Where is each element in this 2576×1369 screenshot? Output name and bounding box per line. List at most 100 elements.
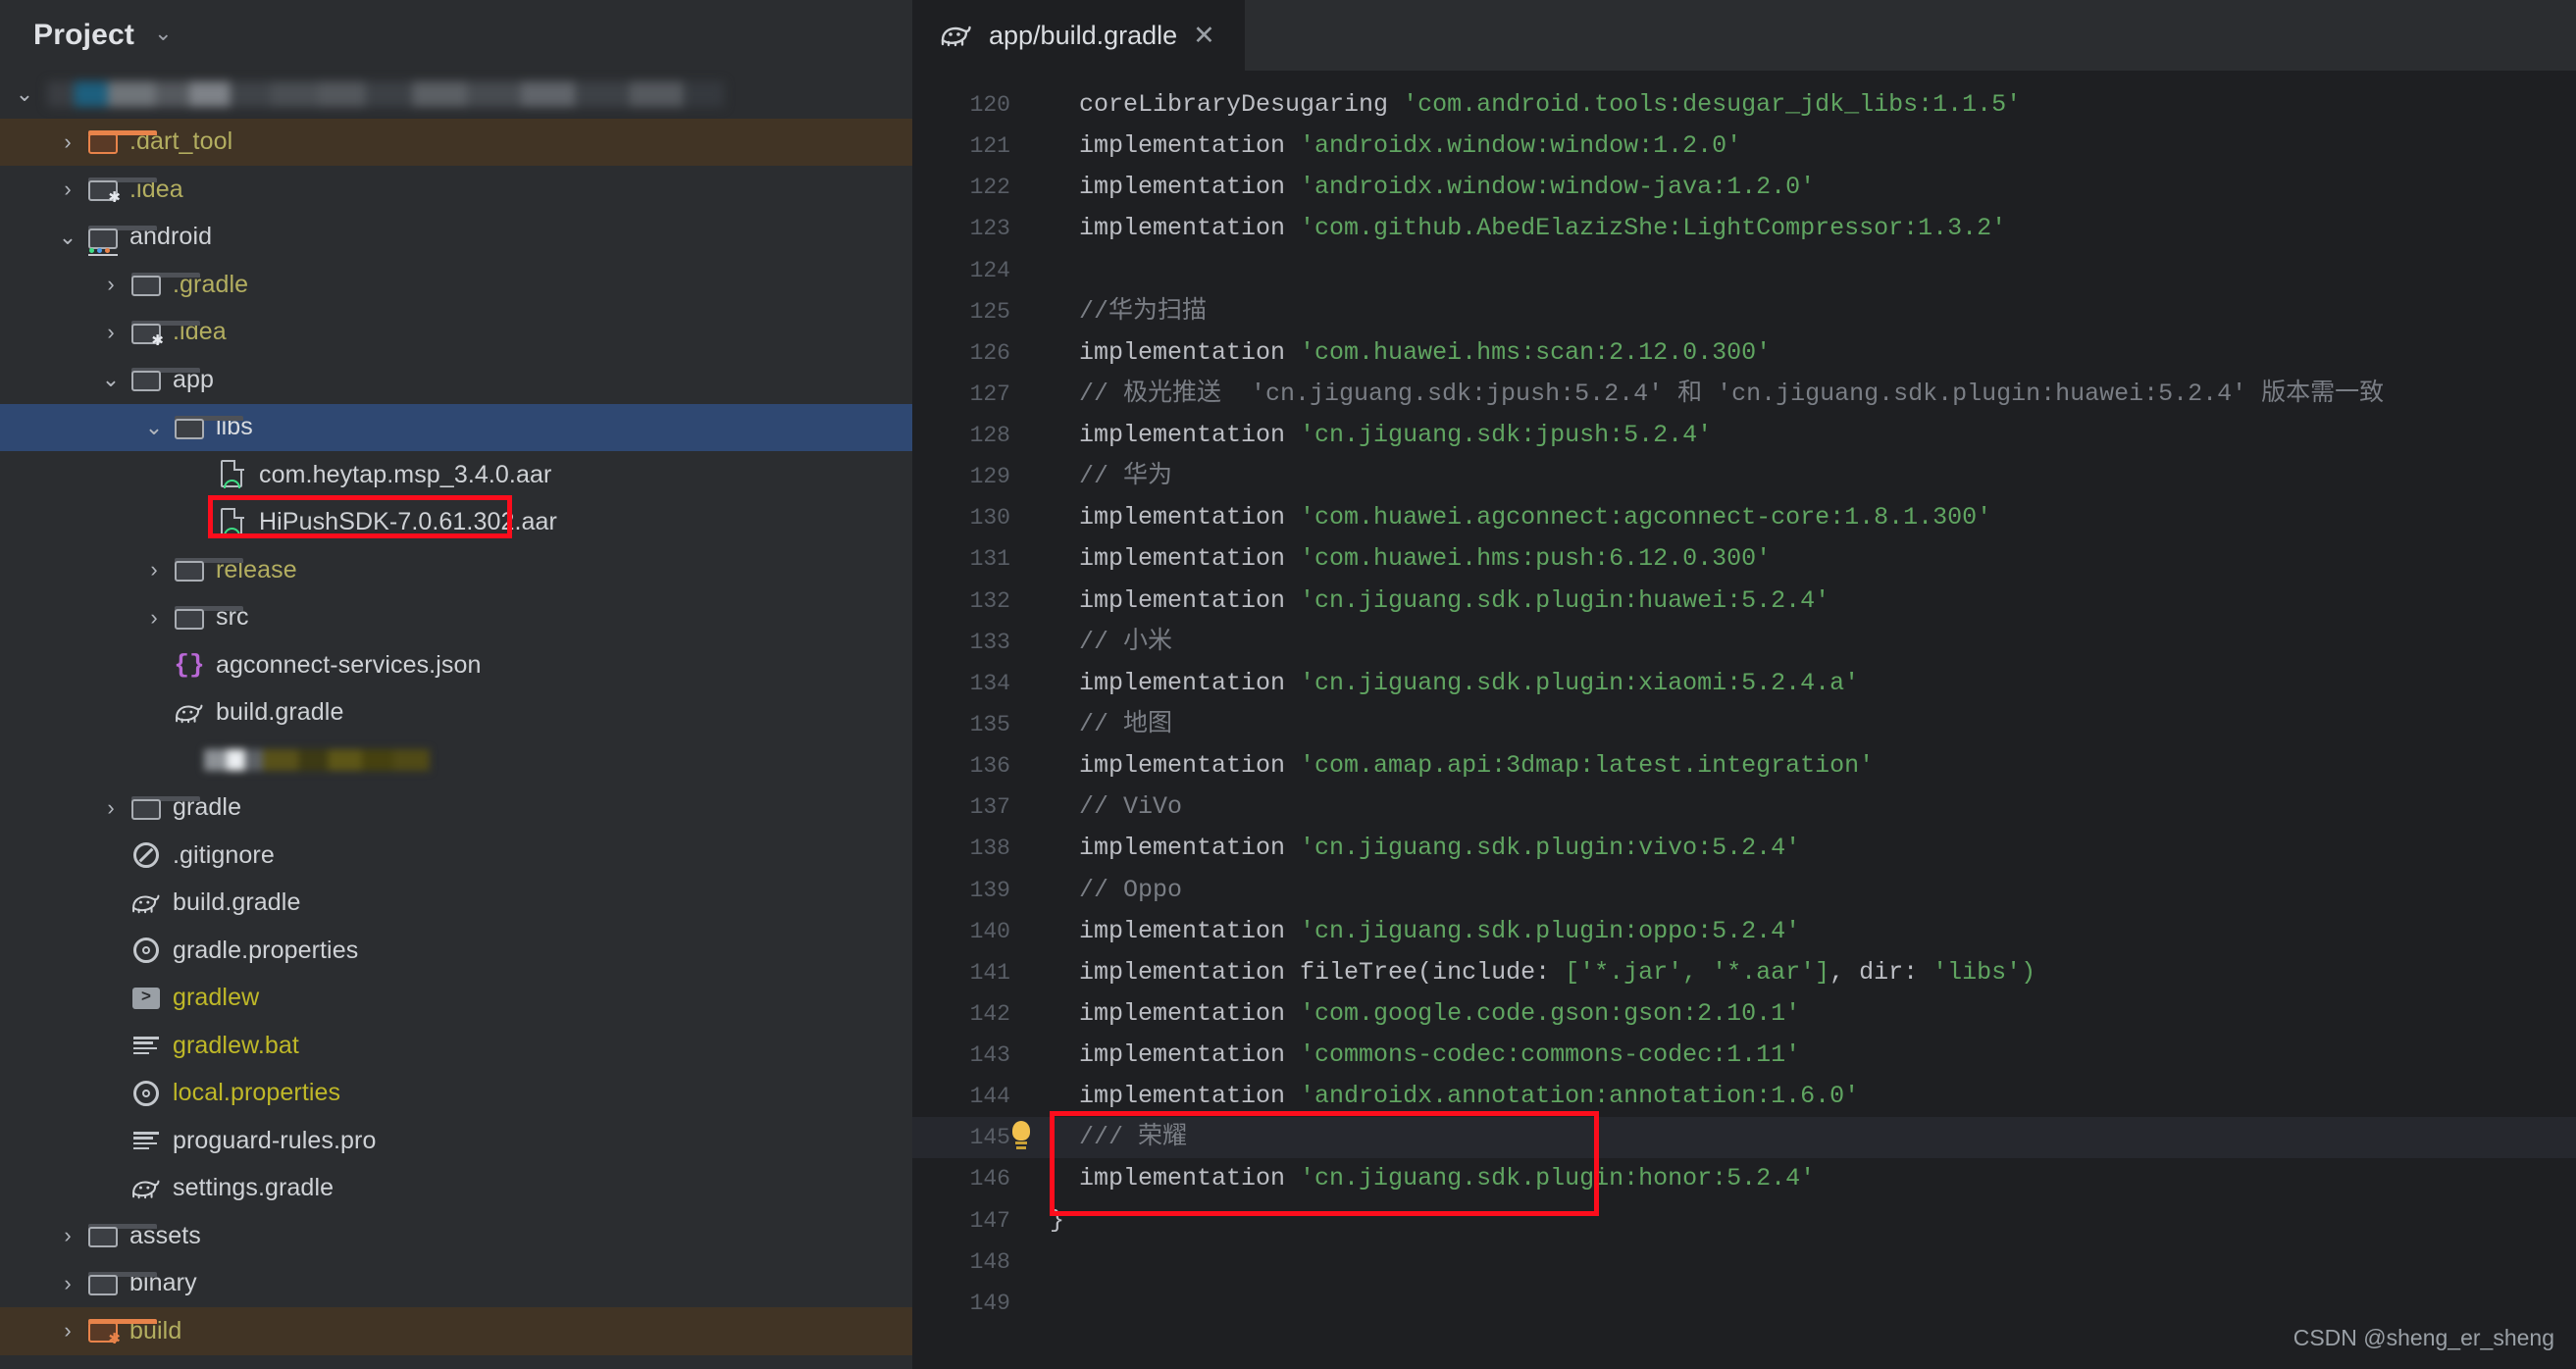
- tree-item-label: build.gradle: [173, 888, 301, 917]
- line-number: 138: [969, 836, 1010, 862]
- code-line: 135 // 地图: [912, 704, 2576, 745]
- tree-item-gradlew-bat[interactable]: gradlew.bat: [0, 1022, 912, 1070]
- chevron-right-icon[interactable]: ›: [51, 1272, 84, 1294]
- code-line: 124: [912, 250, 2576, 291]
- code-line: 142 implementation 'com.google.code.gson…: [912, 993, 2576, 1035]
- chevron-down-icon[interactable]: ⌄: [94, 369, 128, 390]
- folder-orange-star-icon: ✱: [84, 1319, 157, 1346]
- tree-item-label: .gitignore: [173, 840, 275, 869]
- line-number: 144: [969, 1084, 1010, 1110]
- tree-item-app[interactable]: ⌄ app: [0, 356, 912, 404]
- code-text: implementation 'androidx.window:window:1…: [1050, 131, 1742, 161]
- line-number: 130: [969, 505, 1010, 532]
- chevron-right-icon[interactable]: ›: [137, 559, 171, 581]
- folder-icon: [171, 605, 243, 630]
- tree-item-release[interactable]: › release: [0, 546, 912, 594]
- folder-icon: [171, 415, 243, 439]
- line-number: 143: [969, 1042, 1010, 1069]
- tree-item-com-heytap-msp-3-4-0-aar[interactable]: com.heytap.msp_3.4.0.aar: [0, 451, 912, 499]
- code-line: 147}: [912, 1200, 2576, 1242]
- tree-item-gradle[interactable]: › .gradle: [0, 261, 912, 309]
- tree-item-label: HiPushSDK-7.0.61.302.aar: [259, 508, 557, 536]
- tree-item-idea[interactable]: › ✱ .idea: [0, 166, 912, 214]
- tree-item-redacted[interactable]: ⌄: [0, 71, 912, 119]
- tree-item-proguard-rules-pro[interactable]: proguard-rules.pro: [0, 1117, 912, 1165]
- line-number: 122: [969, 175, 1010, 201]
- json-file-icon: {}: [174, 650, 205, 681]
- code-text: implementation 'androidx.annotation:anno…: [1050, 1082, 1860, 1111]
- code-editor[interactable]: 120 coreLibraryDesugaring 'com.android.t…: [912, 71, 2576, 1369]
- code-text: // 地图: [1050, 710, 1173, 738]
- line-number: 147: [969, 1207, 1010, 1234]
- project-file-tree[interactable]: ⌄ › .dart_tool › ✱ .idea ⌄ android › .gradle › ✱ .id…: [0, 71, 912, 1355]
- tree-item-gradlew[interactable]: > gradlew: [0, 975, 912, 1023]
- code-text: implementation 'cn.jiguang.sdk.plugin:hu…: [1050, 585, 1830, 615]
- tree-item-idea[interactable]: › ✱ .idea: [0, 309, 912, 357]
- tree-item-libs[interactable]: ⌄ libs: [0, 403, 912, 451]
- tree-item-redacted[interactable]: [0, 736, 912, 785]
- tree-item-android[interactable]: ⌄ android: [0, 214, 912, 262]
- editor-tab-bar: app/build.gradle ✕: [912, 0, 2576, 71]
- chevron-down-icon[interactable]: ⌄: [8, 83, 41, 105]
- line-number: 149: [969, 1290, 1010, 1316]
- tree-item-gradle-properties[interactable]: gradle.properties: [0, 927, 912, 975]
- code-text: }: [1050, 1205, 1065, 1235]
- chevron-right-icon[interactable]: ›: [51, 1320, 84, 1342]
- folder-orange-icon: [84, 129, 157, 154]
- tree-item-settings-gradle[interactable]: settings.gradle: [0, 1165, 912, 1213]
- tree-item-hipushsdk-7-0-61-302-aar[interactable]: HiPushSDK-7.0.61.302.aar: [0, 499, 912, 547]
- line-number: 133: [969, 629, 1010, 655]
- tree-item-build[interactable]: › ✱ build: [0, 1307, 912, 1355]
- tree-item-src[interactable]: › src: [0, 594, 912, 642]
- code-text: implementation 'cn.jiguang.sdk.plugin:xi…: [1050, 668, 1860, 697]
- code-line: 136 implementation 'com.amap.api:3dmap:l…: [912, 745, 2576, 786]
- chevron-right-icon[interactable]: ›: [51, 1225, 84, 1246]
- chevron-right-icon[interactable]: ›: [51, 178, 84, 200]
- chevron-down-icon[interactable]: ⌄: [154, 23, 172, 44]
- line-number: 142: [969, 1000, 1010, 1027]
- project-panel-header[interactable]: Project ⌄: [0, 0, 912, 71]
- code-text: // 极光推送 'cn.jiguang.sdk:jpush:5.2.4' 和 '…: [1050, 379, 2385, 408]
- folder-icon: [128, 273, 200, 297]
- close-icon[interactable]: ✕: [1193, 22, 1215, 49]
- tree-item-dart-tool[interactable]: › .dart_tool: [0, 118, 912, 166]
- line-number: 125: [969, 298, 1010, 325]
- code-line: 126 implementation 'com.huawei.hms:scan:…: [912, 332, 2576, 374]
- tree-item-gradle[interactable]: › gradle: [0, 785, 912, 833]
- chevron-right-icon[interactable]: ›: [51, 130, 84, 153]
- tab-app-build-gradle[interactable]: app/build.gradle ✕: [912, 0, 1245, 71]
- tree-item-build-gradle[interactable]: build.gradle: [0, 689, 912, 737]
- tree-item-label: settings.gradle: [173, 1174, 335, 1202]
- tree-item-local-properties[interactable]: local.properties: [0, 1070, 912, 1118]
- code-text: implementation 'cn.jiguang.sdk.plugin:ho…: [1050, 1164, 1816, 1193]
- code-line: 137 // ViVo: [912, 786, 2576, 828]
- folder-icon: [171, 558, 243, 583]
- tree-item-binary[interactable]: › binary: [0, 1260, 912, 1308]
- code-text: // Oppo: [1050, 875, 1183, 904]
- tree-item-gitignore[interactable]: .gitignore: [0, 832, 912, 880]
- chevron-right-icon[interactable]: ›: [94, 321, 128, 343]
- line-number: 124: [969, 257, 1010, 283]
- folder-icon: [128, 795, 200, 820]
- chevron-right-icon[interactable]: ›: [94, 796, 128, 819]
- chevron-right-icon[interactable]: ›: [94, 274, 128, 295]
- tree-item-agconnect-services-json[interactable]: {} agconnect-services.json: [0, 641, 912, 689]
- chevron-down-icon[interactable]: ⌄: [137, 416, 171, 438]
- code-line: 145 /// 荣耀: [912, 1117, 2576, 1159]
- watermark: CSDN @sheng_er_sheng: [2293, 1325, 2554, 1350]
- line-number: 135: [969, 712, 1010, 737]
- text-file-icon: [128, 1037, 165, 1055]
- intention-bulb-icon[interactable]: [1008, 1121, 1034, 1154]
- properties-icon: [128, 938, 165, 964]
- code-line: 146 implementation 'cn.jiguang.sdk.plugi…: [912, 1158, 2576, 1199]
- page-title: Project: [33, 19, 135, 51]
- chevron-right-icon[interactable]: ›: [137, 606, 171, 629]
- line-number: 121: [969, 133, 1010, 160]
- tree-item-assets[interactable]: › assets: [0, 1212, 912, 1260]
- code-text: coreLibraryDesugaring 'com.android.tools…: [1050, 90, 2022, 119]
- chevron-down-icon[interactable]: ⌄: [51, 226, 84, 248]
- code-text: implementation 'cn.jiguang.sdk:jpush:5.2…: [1050, 421, 1713, 450]
- tree-item-build-gradle[interactable]: build.gradle: [0, 880, 912, 928]
- line-number: 128: [969, 423, 1010, 449]
- code-text: implementation 'com.huawei.hms:push:6.12…: [1050, 544, 1772, 574]
